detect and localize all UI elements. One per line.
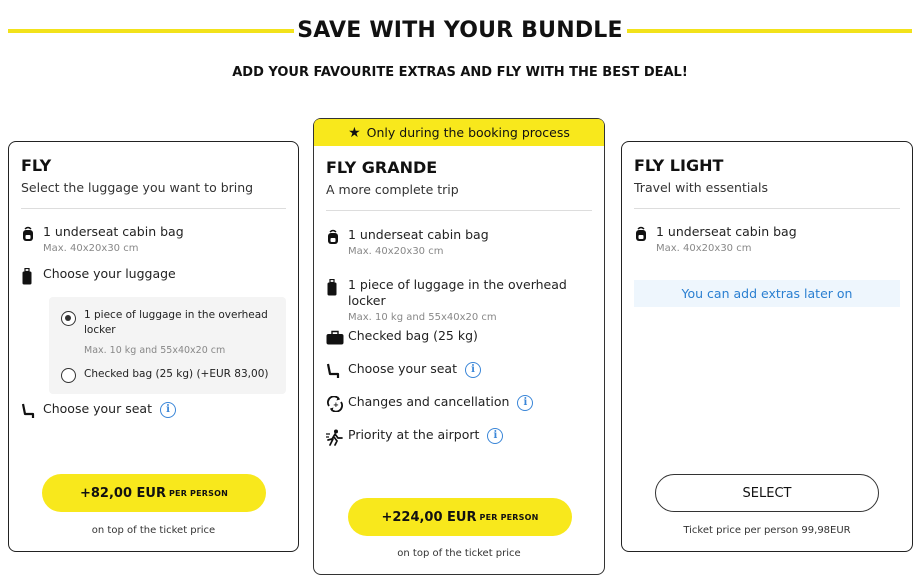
info-icon[interactable]: i xyxy=(159,401,176,418)
light-subtitle: Travel with essentials xyxy=(634,180,768,195)
backpack-icon xyxy=(21,224,43,242)
price-value: +82,00 EUR xyxy=(79,485,166,501)
feature-label: 1 underseat cabin bag xyxy=(43,224,184,239)
feature-cabin-bag: 1 underseat cabin bag Max. 40x20x30 cm xyxy=(21,224,288,256)
per-person-label: PER PERSON xyxy=(479,512,539,522)
feature-detail: Max. 40x20x30 cm xyxy=(348,246,444,257)
info-icon[interactable]: i xyxy=(464,361,481,378)
star-icon: ★ xyxy=(348,124,361,141)
feature-label: Choose your seat i xyxy=(43,401,176,418)
fly-grande-card: ★ Only during the booking process FLY GR… xyxy=(313,118,605,575)
luggage-options-box: 1 piece of luggage in the overhead locke… xyxy=(49,297,286,394)
feature-overhead-luggage: 1 piece of luggage in the overhead locke… xyxy=(326,277,594,325)
feature-label: 1 underseat cabin bag xyxy=(348,227,489,242)
feature-label: Choose your luggage xyxy=(43,266,176,281)
per-person-label: PER PERSON xyxy=(168,488,229,498)
feature-label: 1 underseat cabin bag xyxy=(656,224,797,239)
divider xyxy=(634,208,900,209)
feature-detail: Max. 10 kg and 55x40x20 cm xyxy=(348,312,497,323)
priority-label: Priority at the airport xyxy=(348,427,480,442)
divider xyxy=(21,208,286,209)
suitcase-icon xyxy=(21,266,43,285)
booking-ribbon: ★ Only during the booking process xyxy=(314,119,604,146)
price-note: on top of the ticket price xyxy=(91,525,216,536)
feature-priority: Priority at the airport i xyxy=(326,427,594,446)
feature-detail: Max. 40x20x30 cm xyxy=(43,243,139,254)
feature-label: Choose your seat i xyxy=(348,361,481,378)
feature-label: 1 piece of luggage in the overhead locke… xyxy=(348,277,567,308)
price-value: +224,00 EUR xyxy=(381,509,477,525)
feature-choose-seat: Choose your seat i xyxy=(326,361,594,379)
changes-label: Changes and cancellation xyxy=(348,394,510,409)
light-title: FLY LIGHT xyxy=(634,156,724,175)
feature-choose-seat: Choose your seat i xyxy=(21,401,288,419)
feature-checked-bag: Checked bag (25 kg) xyxy=(326,328,594,345)
fly-price-button[interactable]: +82,00 EUR PER PERSON xyxy=(42,474,266,512)
fly-subtitle: Select the luggage you want to bring xyxy=(21,180,254,195)
info-icon[interactable]: i xyxy=(517,394,534,411)
grande-subtitle: A more complete trip xyxy=(326,182,459,197)
feature-changes: + Changes and cancellation i xyxy=(326,394,594,412)
seat-icon xyxy=(326,361,348,379)
feature-cabin-bag: 1 underseat cabin bag Max. 40x20x30 cm xyxy=(634,224,902,256)
seat-label: Choose your seat xyxy=(43,401,152,416)
changes-icon: + xyxy=(326,394,348,412)
feature-label: Changes and cancellation i xyxy=(348,394,534,411)
grande-price-button[interactable]: +224,00 EUR PER PERSON xyxy=(348,498,572,536)
feature-detail: Max. 40x20x30 cm xyxy=(656,243,752,254)
info-icon[interactable]: i xyxy=(487,427,504,444)
price-note: on top of the ticket price xyxy=(397,548,521,559)
feature-label: Priority at the airport i xyxy=(348,427,504,444)
radio-checked-bag[interactable] xyxy=(61,368,76,383)
divider xyxy=(326,210,592,211)
feature-choose-luggage: Choose your luggage xyxy=(21,266,288,285)
svg-text:+: + xyxy=(333,401,339,409)
seat-icon xyxy=(21,401,43,419)
extras-later-note: You can add extras later on xyxy=(634,280,900,307)
seat-label: Choose your seat xyxy=(348,361,457,376)
fly-card: FLY Select the luggage you want to bring… xyxy=(8,141,299,552)
option-checked-label: Checked bag (25 kg) (+EUR 83,00) xyxy=(84,368,269,380)
checked-bag-icon xyxy=(326,328,348,345)
page-title: SAVE WITH YOUR BUNDLE xyxy=(297,18,623,43)
ticket-price-note: Ticket price per person 99,98EUR xyxy=(683,525,851,536)
feature-label: Checked bag (25 kg) xyxy=(348,328,478,343)
backpack-icon xyxy=(634,224,656,242)
select-button[interactable]: SELECT xyxy=(655,474,879,512)
fly-light-card: FLY LIGHT Travel with essentials 1 under… xyxy=(621,141,913,552)
grande-title: FLY GRANDE xyxy=(326,158,438,177)
trolley-icon xyxy=(326,277,348,296)
feature-cabin-bag: 1 underseat cabin bag Max. 40x20x30 cm xyxy=(326,227,594,259)
option-overhead-label: 1 piece of luggage in the overhead locke… xyxy=(84,309,268,336)
priority-icon xyxy=(326,427,348,446)
option-overhead-detail: Max. 10 kg and 55x40x20 cm xyxy=(84,345,226,356)
page-subtitle: ADD YOUR FAVOURITE EXTRAS AND FLY WITH T… xyxy=(232,65,688,80)
backpack-icon xyxy=(326,227,348,245)
fly-title: FLY xyxy=(21,156,52,175)
ribbon-text: Only during the booking process xyxy=(366,125,570,140)
radio-overhead-locker[interactable] xyxy=(61,311,76,326)
